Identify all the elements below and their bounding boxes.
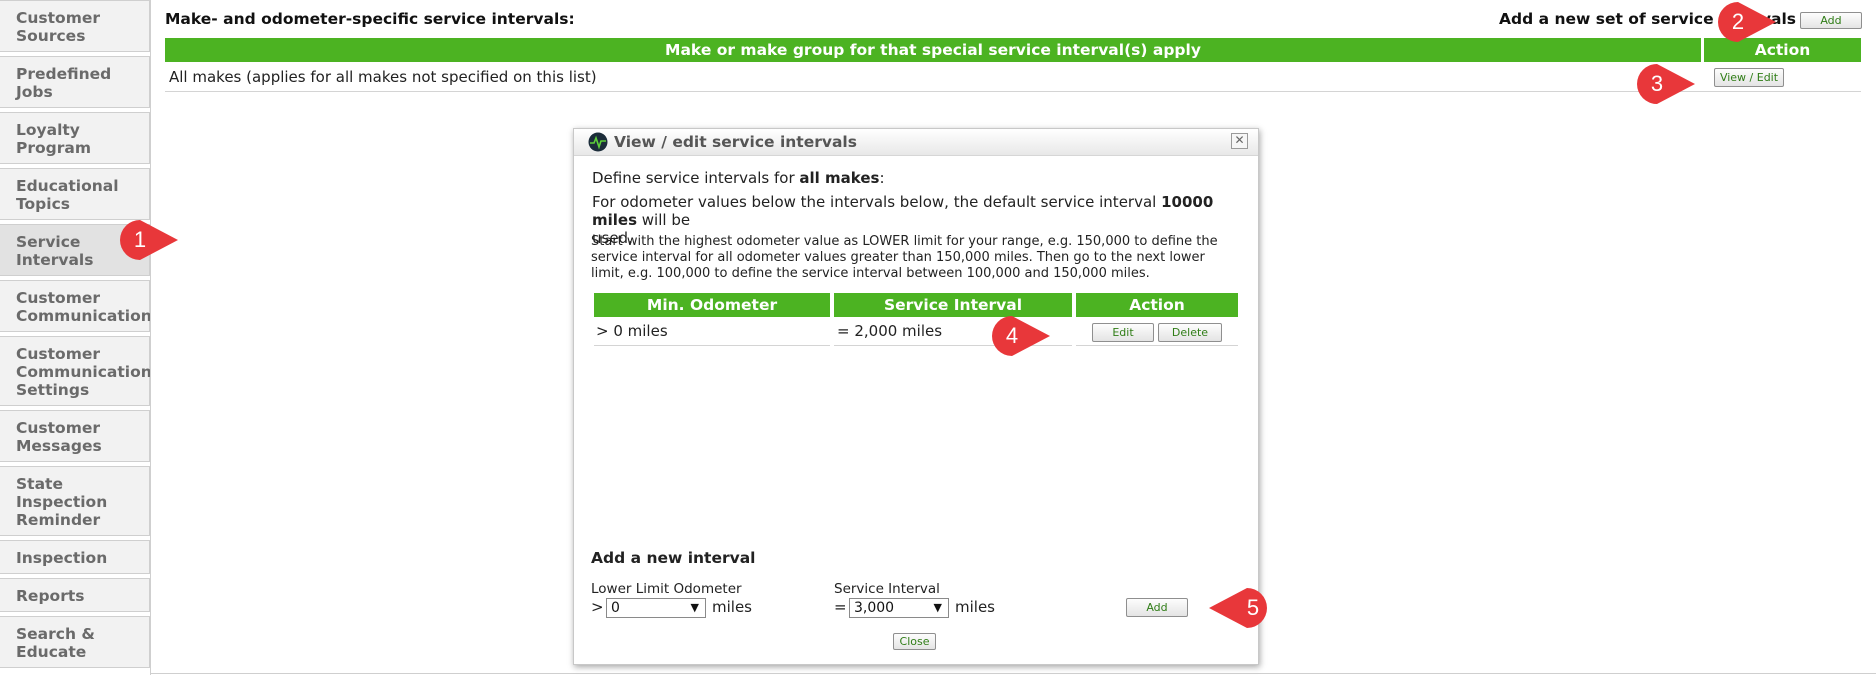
sidebar-item-label: Educational Topics [16, 177, 119, 213]
callout-number: 2 [1731, 9, 1745, 34]
default-line-2: will be [637, 211, 691, 229]
sidebar-item-customer-communication[interactable]: Customer Communication [0, 280, 152, 332]
sidebar-item-label: Reports [16, 587, 85, 605]
sidebar-item-inspection[interactable]: Inspection [0, 540, 150, 574]
chevron-down-icon: ▼ [933, 601, 942, 614]
callout-marker-3: 3 [1635, 62, 1695, 106]
add-set-button[interactable]: Add [1800, 12, 1862, 29]
dialog-header[interactable]: View / edit service intervals ✕ [574, 129, 1258, 156]
make-cell: All makes (applies for all makes not spe… [169, 68, 597, 86]
define-make: all makes [799, 169, 880, 187]
callout-number: 1 [133, 227, 147, 252]
sidebar-divider [150, 0, 151, 675]
instructions-text: Start with the highest odometer value as… [591, 234, 1218, 281]
callout-marker-2: 2 [1716, 0, 1776, 44]
define-prefix: Define service intervals for [592, 169, 800, 187]
min-odometer-cell: > 0 miles [596, 322, 668, 340]
lower-limit-label: Lower Limit Odometer [591, 581, 742, 597]
sidebar-item-label: Customer Messages [16, 419, 102, 455]
sidebar-item-label: Search & Educate [16, 625, 95, 661]
row-divider [165, 91, 1861, 92]
lower-prefix: > [591, 598, 604, 616]
interval-label: Service Interval [834, 581, 940, 597]
sidebar-item-label: Customer Communication [16, 289, 152, 325]
sidebar-item-customer-communication-settings[interactable]: Customer Communication Settings [0, 336, 152, 406]
dialog-close-button[interactable]: Close [893, 633, 936, 650]
sidebar-item-label: Inspection [16, 549, 108, 567]
add-interval-button[interactable]: Add [1126, 598, 1188, 617]
sidebar-item-state-inspection-reminder[interactable]: State Inspection Reminder [0, 466, 150, 536]
dialog-close-icon[interactable]: ✕ [1231, 133, 1248, 149]
callout-marker-5: 5 [1209, 586, 1267, 630]
sidebar-item-loyalty-program[interactable]: Loyalty Program [0, 112, 150, 164]
callout-number: 3 [1650, 71, 1664, 96]
sidebar-item-label: Customer Communication Settings [16, 345, 152, 399]
dialog-action-header: Action [1076, 293, 1238, 317]
sidebar-item-label: Loyalty Program [16, 121, 92, 157]
section-title: Make- and odometer-specific service inte… [165, 10, 575, 28]
dialog-title: View / edit service intervals [614, 133, 857, 151]
lower-limit-value: 0 [611, 600, 620, 616]
sidebar-item-customer-sources[interactable]: Customer Sources [0, 0, 150, 52]
callout-marker-1: 1 [118, 218, 178, 262]
edit-interval-button[interactable]: Edit [1092, 323, 1154, 342]
min-odometer-header: Min. Odometer [594, 293, 830, 317]
sidebar-item-predefined-jobs[interactable]: Predefined Jobs [0, 56, 150, 108]
lower-limit-select[interactable]: 0 ▼ [606, 598, 706, 618]
interval-prefix: = [834, 598, 847, 616]
make-column-header: Make or make group for that special serv… [165, 38, 1701, 62]
sidebar-item-search-educate[interactable]: Search & Educate [0, 616, 150, 668]
sidebar-item-label: Service Intervals [16, 233, 94, 269]
sidebar-item-label: State Inspection Reminder [16, 475, 108, 529]
sidebar-item-label: Customer Sources [16, 9, 101, 45]
lower-unit: miles [712, 598, 752, 616]
callout-marker-4: 4 [990, 314, 1050, 358]
service-interval-cell: = 2,000 miles [837, 322, 943, 340]
service-interval-value: 3,000 [854, 600, 895, 616]
row-divider [1076, 345, 1238, 346]
app-logo-icon [588, 132, 608, 152]
callout-number: 4 [1005, 323, 1019, 348]
define-suffix: : [879, 169, 885, 187]
interval-unit: miles [955, 598, 995, 616]
bottom-divider [150, 673, 1876, 674]
sidebar-item-label: Predefined Jobs [16, 65, 112, 101]
view-edit-button[interactable]: View / Edit [1714, 68, 1784, 87]
define-text: Define service intervals for all makes: [592, 169, 885, 187]
sidebar-item-educational-topics[interactable]: Educational Topics [0, 168, 150, 220]
callout-number: 5 [1246, 595, 1260, 620]
service-interval-select[interactable]: 3,000 ▼ [849, 598, 949, 618]
sidebar-item-customer-messages[interactable]: Customer Messages [0, 410, 150, 462]
delete-interval-button[interactable]: Delete [1158, 323, 1222, 342]
add-interval-title: Add a new interval [591, 549, 756, 567]
row-divider [594, 345, 830, 346]
sidebar-item-reports[interactable]: Reports [0, 578, 150, 612]
chevron-down-icon: ▼ [690, 601, 699, 614]
default-line-1: For odometer values below the intervals … [592, 193, 1162, 211]
